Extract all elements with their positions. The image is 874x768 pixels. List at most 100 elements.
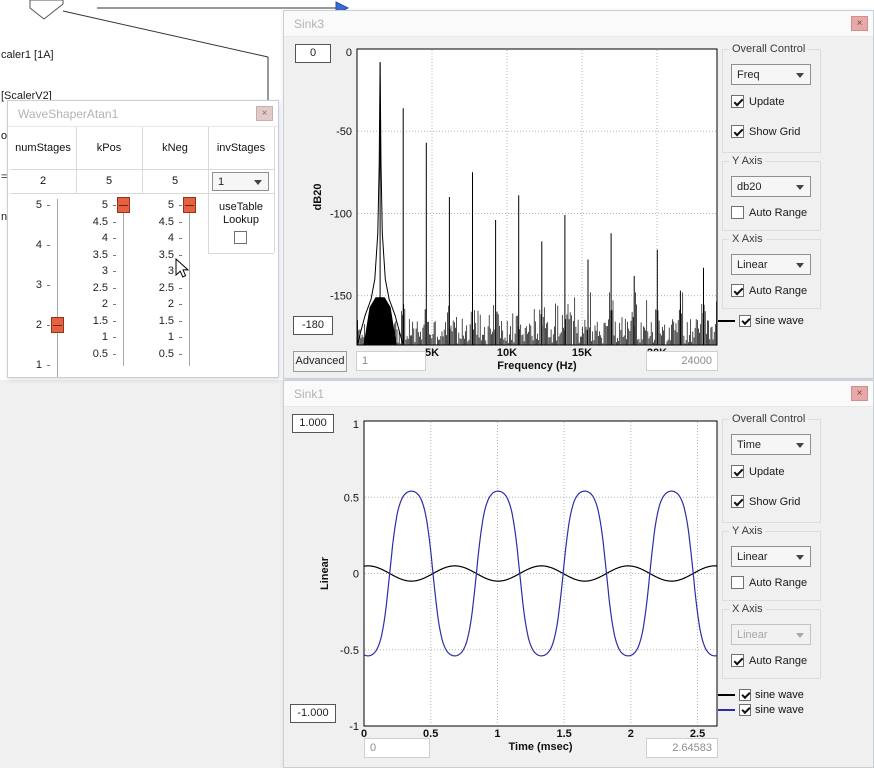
legend-checkbox[interactable] <box>739 315 751 327</box>
x-tick-label: 2 <box>628 728 634 740</box>
structure-view-background-top <box>283 0 874 10</box>
slider-tick-label: 5 <box>12 199 42 211</box>
waveshaper-controls: numStages254321kPos554.543.532.521.510.5… <box>10 127 278 377</box>
x-axis-title: Time (msec) <box>509 741 573 753</box>
legend: sine wave <box>718 313 804 328</box>
slider-tick-label: 1 <box>78 331 108 343</box>
x-auto-range-checkbox[interactable]: Auto Range <box>731 284 807 297</box>
slider-tick-mark <box>179 337 182 338</box>
checkbox-label: Auto Range <box>749 655 807 667</box>
invStages-dropdown[interactable]: 1 <box>212 172 269 191</box>
dropdown-value: Linear <box>737 629 768 641</box>
x-auto-range-checkbox[interactable]: Auto Range <box>731 654 807 667</box>
checkbox-label: Auto Range <box>749 207 807 219</box>
slider-tick-mark <box>47 245 50 246</box>
slider-tick-mark <box>47 365 50 366</box>
slider-tick-mark <box>113 205 116 206</box>
debug-line: caler1 [1A] <box>1 49 91 63</box>
update-checkbox[interactable]: Update <box>731 95 784 108</box>
y-axis-title: dB20 <box>312 184 324 211</box>
dropdown-value: db20 <box>737 181 761 193</box>
checkbox-box <box>731 95 744 108</box>
show-grid-checkbox[interactable]: Show Grid <box>731 125 800 138</box>
slider-tick-label: 3.5 <box>78 249 108 261</box>
close-icon[interactable]: × <box>851 16 868 31</box>
overall-control-dropdown[interactable]: Time <box>731 434 811 455</box>
checkbox-box <box>731 125 744 138</box>
slider-tick-label: 4.5 <box>78 216 108 228</box>
legend-line-sample <box>718 694 735 696</box>
y-axis-group: Y Axis Linear Auto Range <box>722 531 821 601</box>
legend: sine wavesine wave <box>718 687 804 717</box>
x-axis-dropdown: Linear <box>731 624 811 645</box>
slider-tick-mark <box>113 255 116 256</box>
x-range-start-input[interactable]: 1 <box>356 351 426 371</box>
kNeg-slider-track[interactable] <box>189 199 190 366</box>
sink3-titlebar[interactable]: Sink3 × <box>284 11 873 37</box>
y-auto-range-checkbox[interactable]: Auto Range <box>731 206 807 219</box>
slider-tick-mark <box>179 321 182 322</box>
dropdown-value: 1 <box>218 176 224 188</box>
legend-checkbox[interactable] <box>739 689 751 701</box>
param-header-invStages: invStages <box>208 127 274 169</box>
y-axis-dropdown[interactable]: db20 <box>731 176 811 197</box>
slider-tick-mark <box>113 288 116 289</box>
slider-tick-mark <box>179 304 182 305</box>
slider-tick-mark <box>113 304 116 305</box>
legend-entry: sine wave <box>718 313 804 328</box>
window-title: Sink3 <box>294 17 324 31</box>
desktop: caler1 [1A] [ScalerV2] ory usage: 17 = -… <box>0 0 874 768</box>
checkbox-box <box>731 576 744 589</box>
numStages-slider-track[interactable] <box>57 199 58 377</box>
y-axis-dropdown[interactable]: Linear <box>731 546 811 567</box>
slider-tick-label: 3 <box>144 265 174 277</box>
close-icon[interactable]: × <box>256 106 273 121</box>
x-axis-dropdown[interactable]: Linear <box>731 254 811 275</box>
slider-tick-mark <box>47 205 50 206</box>
slider-tick-mark <box>113 337 116 338</box>
usetable-lookup-label: useTable Lookup <box>208 201 274 227</box>
slider-tick-mark <box>179 271 182 272</box>
overall-control-dropdown[interactable]: Freq <box>731 64 811 85</box>
param-header-numStages: numStages <box>10 127 76 169</box>
y-auto-range-checkbox[interactable]: Auto Range <box>731 576 807 589</box>
slider-tick-label: 2.5 <box>144 282 174 294</box>
y-tick-label: 1 <box>353 419 359 431</box>
slider-tick-mark <box>179 255 182 256</box>
checkbox-label: Update <box>749 96 784 108</box>
slider-tick-mark <box>179 222 182 223</box>
dropdown-value: Linear <box>737 551 768 563</box>
kPos-slider-handle[interactable] <box>117 197 130 213</box>
usetable-lookup-checkbox[interactable] <box>234 231 247 244</box>
waveshaper-titlebar[interactable]: WaveShaperAtan1 × <box>8 101 278 127</box>
sink1-titlebar[interactable]: Sink1 × <box>284 381 873 407</box>
slider-tick-label: 0.5 <box>144 348 174 360</box>
y-tick-label: 0.5 <box>344 492 359 504</box>
advanced-button[interactable]: Advanced <box>293 351 347 372</box>
overall-control-group: Overall Control Freq Update Show Grid <box>722 49 821 153</box>
show-grid-checkbox[interactable]: Show Grid <box>731 495 800 508</box>
update-checkbox[interactable]: Update <box>731 465 784 478</box>
legend-label: sine wave <box>755 315 804 327</box>
numStages-slider-handle[interactable] <box>51 317 64 333</box>
y-tick-label: -1 <box>349 721 359 733</box>
slider-tick-mark <box>47 285 50 286</box>
legend-entry: sine wave <box>718 702 804 717</box>
x-range-end-input[interactable]: 24000 <box>646 351 718 371</box>
slider-tick-label: 4.5 <box>144 216 174 228</box>
legend-line-sample <box>718 709 735 711</box>
legend-entry: sine wave <box>718 687 804 702</box>
slider-tick-label: 1 <box>12 359 42 371</box>
legend-checkbox[interactable] <box>739 704 751 716</box>
kNeg-slider-handle[interactable] <box>183 197 196 213</box>
waveshaper-window: WaveShaperAtan1 × numStages254321kPos554… <box>7 100 279 378</box>
close-icon[interactable]: × <box>851 386 868 401</box>
slider-tick-mark <box>179 354 182 355</box>
slider-tick-label: 3 <box>78 265 108 277</box>
kPos-slider-track[interactable] <box>123 199 124 366</box>
x-range-start-input[interactable]: 0 <box>364 738 430 758</box>
checkbox-label: Show Grid <box>749 496 800 508</box>
x-range-end-input[interactable]: 2.64583 <box>646 738 718 758</box>
slider-tick-mark <box>179 288 182 289</box>
slider-tick-mark <box>113 271 116 272</box>
